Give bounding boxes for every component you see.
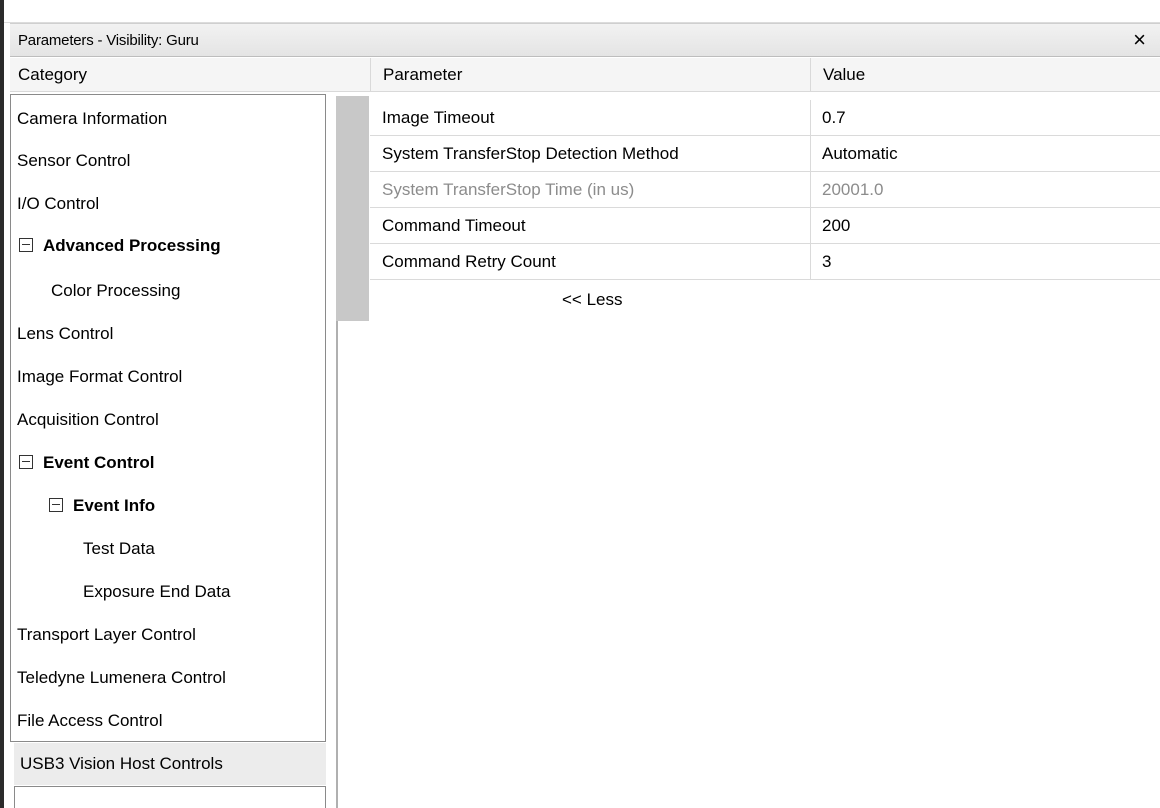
column-divider [810,208,811,244]
parameter-value[interactable]: 3 [822,244,831,280]
category-item[interactable]: Color Processing [51,271,180,311]
top-strip [4,0,1160,23]
close-icon[interactable]: × [1133,28,1146,52]
category-label: I/O Control [17,194,100,213]
column-divider [810,100,811,136]
subcategory-list [14,786,326,808]
category-label: Teledyne Lumenera Control [17,668,226,687]
parameter-name: System TransferStop Time (in us) [382,180,635,199]
parameter-value[interactable]: 0.7 [822,100,846,136]
category-label: Acquisition Control [17,410,159,429]
category-label: Advanced Processing [43,236,221,255]
panel-titlebar: Parameters - Visibility: Guru × [10,23,1160,57]
category-item-selected[interactable]: USB3 Vision Host Controls [14,743,326,785]
column-divider [810,172,811,208]
column-divider [810,136,811,172]
category-label: Transport Layer Control [17,625,196,644]
value-column-header[interactable]: Value [810,58,1160,92]
parameter-row[interactable]: Command Retry Count 3 [370,244,1160,280]
row-selector-gutter [336,96,369,321]
category-label: Image Format Control [17,367,183,386]
category-item[interactable]: Camera Information [17,99,167,139]
category-item[interactable]: Event Info [49,486,155,526]
category-item[interactable]: Advanced Processing [19,226,221,266]
parameter-row[interactable]: Image Timeout 0.7 [370,100,1160,136]
parameter-row[interactable]: Command Timeout 200 [370,208,1160,244]
window-left-edge [0,0,4,808]
category-label: Color Processing [51,281,181,300]
parameter-name: Image Timeout [382,108,495,127]
column-divider [810,244,811,280]
panel-title: Parameters - Visibility: Guru [18,32,199,49]
category-label: Camera Information [17,109,168,128]
parameter-value: 20001.0 [822,180,884,199]
category-tree: Camera Information Sensor Control I/O Co… [10,94,326,742]
collapse-icon[interactable] [49,497,63,512]
parameter-name: Command Timeout [382,216,526,235]
category-item[interactable]: Exposure End Data [83,572,230,612]
gutter-divider [336,321,338,808]
category-label: File Access Control [17,711,163,730]
category-item[interactable]: Test Data [83,529,155,569]
parameter-row-disabled: System TransferStop Time (in us) 20001.0 [370,172,1160,208]
category-label: Sensor Control [17,151,131,170]
category-item[interactable]: File Access Control [17,701,163,741]
category-label: Event Info [73,496,156,515]
collapse-icon[interactable] [19,237,33,252]
collapse-icon[interactable] [19,454,33,469]
category-label: Lens Control [17,324,114,343]
category-item[interactable]: Teledyne Lumenera Control [17,658,226,698]
category-label: Exposure End Data [83,582,231,601]
parameter-value[interactable]: 200 [822,208,850,244]
category-item[interactable]: Acquisition Control [17,400,159,440]
category-item[interactable]: Lens Control [17,314,113,354]
category-item[interactable]: Transport Layer Control [17,615,196,655]
parameter-value[interactable]: Automatic [822,136,898,172]
category-item[interactable]: Image Format Control [17,357,182,397]
category-column-header: Category [10,58,370,92]
category-label: Event Control [43,453,155,472]
parameter-name: System TransferStop Detection Method [382,144,679,163]
parameter-column-header[interactable]: Parameter [370,58,810,92]
category-label: Test Data [83,539,155,558]
category-item[interactable]: Sensor Control [17,141,130,181]
parameter-name: Command Retry Count [382,252,556,271]
category-item[interactable]: Event Control [19,443,154,483]
parameter-row[interactable]: System TransferStop Detection Method Aut… [370,136,1160,172]
less-button[interactable]: << Less [562,290,623,310]
category-item[interactable]: I/O Control [17,184,99,224]
